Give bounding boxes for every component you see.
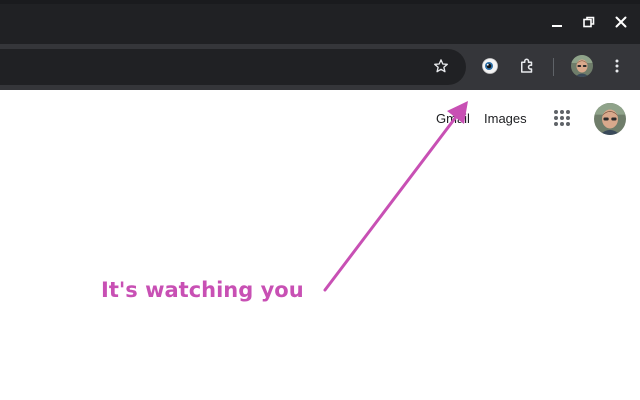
address-bar[interactable] — [0, 49, 466, 85]
browser-window: Gmail Images It's watching you — [0, 0, 640, 400]
close-icon — [615, 16, 627, 28]
title-bar — [0, 0, 640, 44]
google-account-avatar[interactable] — [594, 103, 626, 135]
gmail-link[interactable]: Gmail — [436, 111, 470, 126]
browser-menu-button[interactable] — [608, 55, 626, 77]
puzzle-icon — [521, 58, 533, 73]
close-button[interactable] — [611, 12, 631, 32]
eye-icon — [482, 58, 498, 74]
title-bar-edge — [0, 0, 640, 4]
extensions-button[interactable] — [516, 55, 538, 77]
account-avatar-icon — [594, 103, 626, 135]
browser-toolbar — [0, 44, 640, 90]
apps-grid-icon — [554, 110, 570, 126]
toolbar-separator — [553, 58, 554, 76]
minimize-button[interactable] — [547, 12, 567, 32]
web-page: Gmail Images — [0, 90, 640, 400]
kebab-menu-icon — [615, 59, 619, 73]
star-icon — [434, 59, 448, 73]
images-link[interactable]: Images — [484, 111, 527, 126]
eye-extension-button[interactable] — [479, 55, 501, 77]
restore-button[interactable] — [579, 12, 599, 32]
minimize-icon — [552, 25, 562, 27]
google-apps-button[interactable] — [553, 109, 571, 127]
annotation-text: It's watching you — [101, 278, 304, 302]
profile-avatar-button[interactable] — [571, 55, 593, 77]
bookmark-star-button[interactable] — [430, 55, 452, 77]
restore-icon — [583, 16, 595, 28]
profile-avatar-icon — [571, 55, 593, 77]
